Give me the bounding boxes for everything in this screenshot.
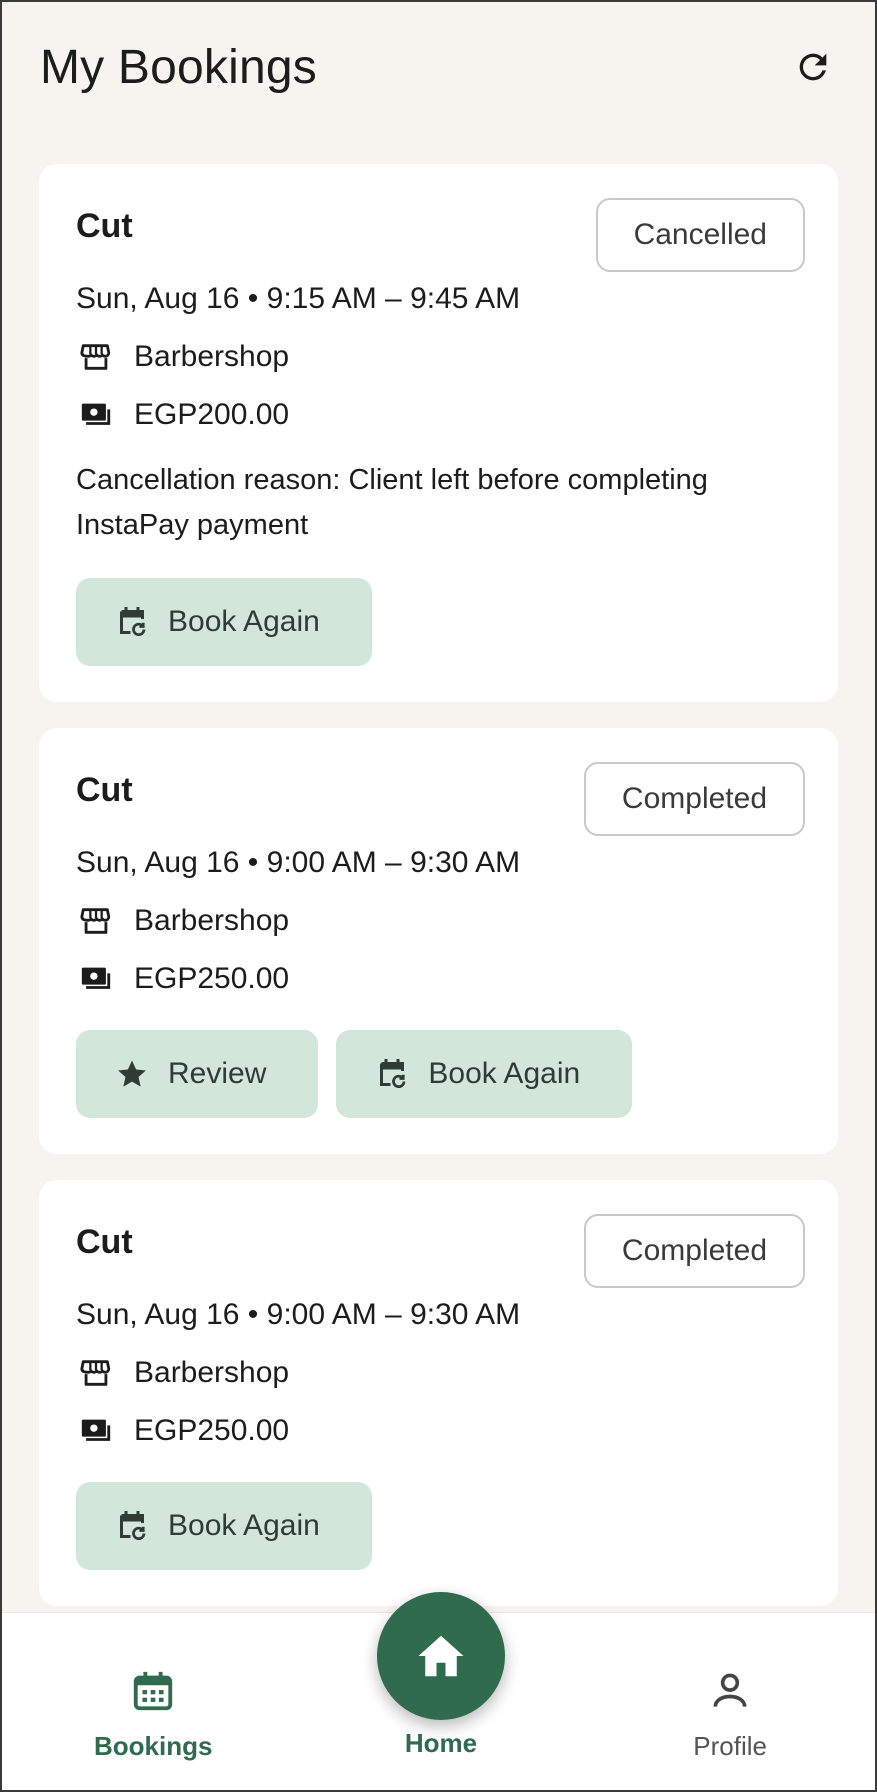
- booking-time: Sun, Aug 16 • 9:00 AM – 9:30 AM: [76, 1298, 521, 1331]
- book-again-button[interactable]: Book Again: [76, 1482, 372, 1570]
- booking-card: Cut Completed Sun, Aug 16 • 9:00 AM – 9:…: [39, 1180, 838, 1606]
- price: EGP200.00: [134, 398, 290, 431]
- nav-bookings-label: Bookings: [94, 1731, 213, 1761]
- card-actions: Review Book Again: [76, 1030, 801, 1118]
- price-row: EGP200.00: [76, 394, 801, 436]
- status-badge: Completed: [583, 762, 805, 836]
- booking-time: Sun, Aug 16 • 9:00 AM – 9:30 AM: [76, 846, 521, 879]
- person-icon: [704, 1665, 756, 1717]
- price: EGP250.00: [134, 1414, 290, 1447]
- review-button[interactable]: Review: [76, 1030, 319, 1118]
- storefront-icon: [76, 901, 116, 941]
- app-bar: My Bookings: [2, 2, 875, 132]
- refresh-button[interactable]: [789, 43, 837, 91]
- page-title: My Bookings: [40, 40, 317, 94]
- price-row: EGP250.00: [76, 1410, 801, 1452]
- star-icon: [112, 1054, 152, 1094]
- storefront-icon: [76, 337, 116, 377]
- nav-profile[interactable]: Profile: [693, 1665, 767, 1762]
- book-again-button[interactable]: Book Again: [76, 578, 372, 666]
- payments-icon: [76, 395, 116, 435]
- location-name: Barbershop: [134, 340, 290, 373]
- bookings-list: Cut Cancelled Sun, Aug 16 • 9:15 AM – 9:…: [39, 164, 838, 1632]
- event-repeat-icon: [112, 602, 152, 642]
- book-again-button[interactable]: Book Again: [336, 1030, 633, 1118]
- location-row: Barbershop: [76, 1352, 801, 1394]
- home-icon: [418, 1635, 464, 1677]
- booking-time: Sun, Aug 16 • 9:15 AM – 9:45 AM: [76, 282, 521, 315]
- nav-home-label: Home: [404, 1728, 478, 1758]
- payments-icon: [76, 1411, 116, 1451]
- book-again-label: Book Again: [168, 1509, 320, 1542]
- status-badge: Completed: [583, 1214, 805, 1288]
- payments-icon: [76, 959, 116, 999]
- nav-profile-label: Profile: [693, 1731, 767, 1761]
- location-name: Barbershop: [134, 904, 290, 937]
- price-row: EGP250.00: [76, 958, 801, 1000]
- home-button[interactable]: [377, 1592, 505, 1720]
- booking-card: Cut Cancelled Sun, Aug 16 • 9:15 AM – 9:…: [39, 164, 838, 702]
- book-again-label: Book Again: [428, 1057, 581, 1090]
- status-badge: Cancelled: [595, 198, 805, 272]
- booking-card: Cut Completed Sun, Aug 16 • 9:00 AM – 9:…: [39, 728, 838, 1154]
- calendar-icon: [127, 1665, 179, 1717]
- book-again-label: Book Again: [168, 605, 320, 638]
- event-repeat-icon: [372, 1054, 412, 1094]
- nav-bookings[interactable]: Bookings: [94, 1665, 212, 1762]
- card-actions: Book Again: [76, 578, 801, 666]
- location-name: Barbershop: [134, 1356, 290, 1389]
- cancellation-reason: Cancellation reason: Client left before …: [76, 464, 708, 541]
- refresh-icon: [799, 53, 827, 81]
- location-row: Barbershop: [76, 336, 801, 378]
- location-row: Barbershop: [76, 900, 801, 942]
- card-actions: Book Again: [76, 1482, 801, 1570]
- storefront-icon: [76, 1353, 116, 1393]
- event-repeat-icon: [112, 1506, 152, 1546]
- price: EGP250.00: [134, 962, 290, 995]
- bookings-screen: My Bookings Cut Cancelled Sun, Aug 16 • …: [0, 0, 877, 1792]
- review-label: Review: [168, 1057, 267, 1090]
